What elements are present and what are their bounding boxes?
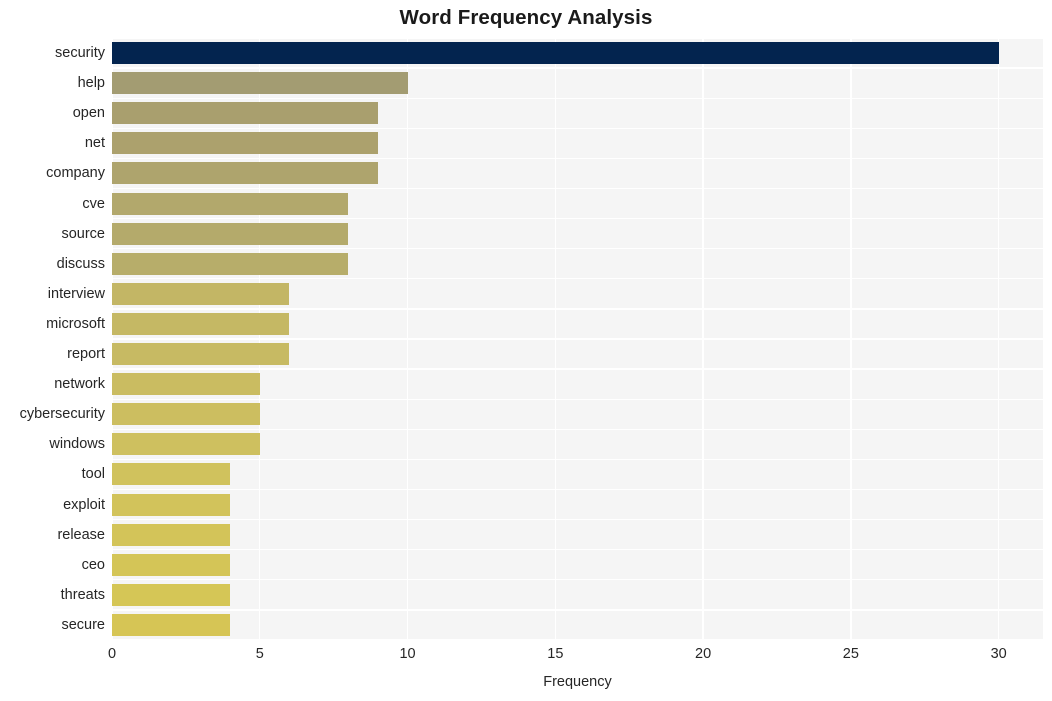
y-axis-tick-label: network [54,376,105,393]
x-axis-title: Frequency [543,674,612,690]
y-axis-labels: security help open net company cve source discu… [0,0,1052,701]
x-axis-tick-label: 0 [107,646,117,662]
y-axis-tick-label: threats [60,586,105,603]
y-axis-tick-label: microsoft [46,315,105,332]
y-axis-tick-label: interview [47,285,105,302]
y-axis-tick-label: cybersecurity [19,406,105,423]
chart-figure: Word Frequency Analysis security help open… [0,0,1052,701]
y-axis-tick-label: discuss [56,255,105,272]
x-axis-tick-label: 5 [255,646,264,662]
x-axis-tick-label: 20 [695,646,712,662]
x-axis-tick-label: 25 [842,646,859,662]
y-axis-tick-label: exploit [63,496,105,513]
y-axis-tick-label: cve [82,195,105,212]
x-axis-tick-label: 30 [990,646,1007,662]
x-axis-tick-label: 10 [399,646,416,662]
y-axis-tick-label: ceo [81,556,105,573]
y-axis-tick-label: source [61,225,105,242]
x-axis-tick-label: 15 [547,646,564,662]
y-axis-tick-label: tool [81,466,105,483]
y-axis-tick-label: company [46,165,105,182]
y-axis-tick-label: release [57,526,105,543]
y-axis-tick-label: report [67,346,105,363]
y-axis-tick-label: windows [49,436,105,453]
y-axis-tick-label: secure [61,616,105,633]
y-axis-tick-label: net [84,135,105,152]
y-axis-tick-label: help [77,75,105,92]
y-axis-tick-label: open [72,105,105,122]
y-axis-tick-label: security [55,45,105,62]
